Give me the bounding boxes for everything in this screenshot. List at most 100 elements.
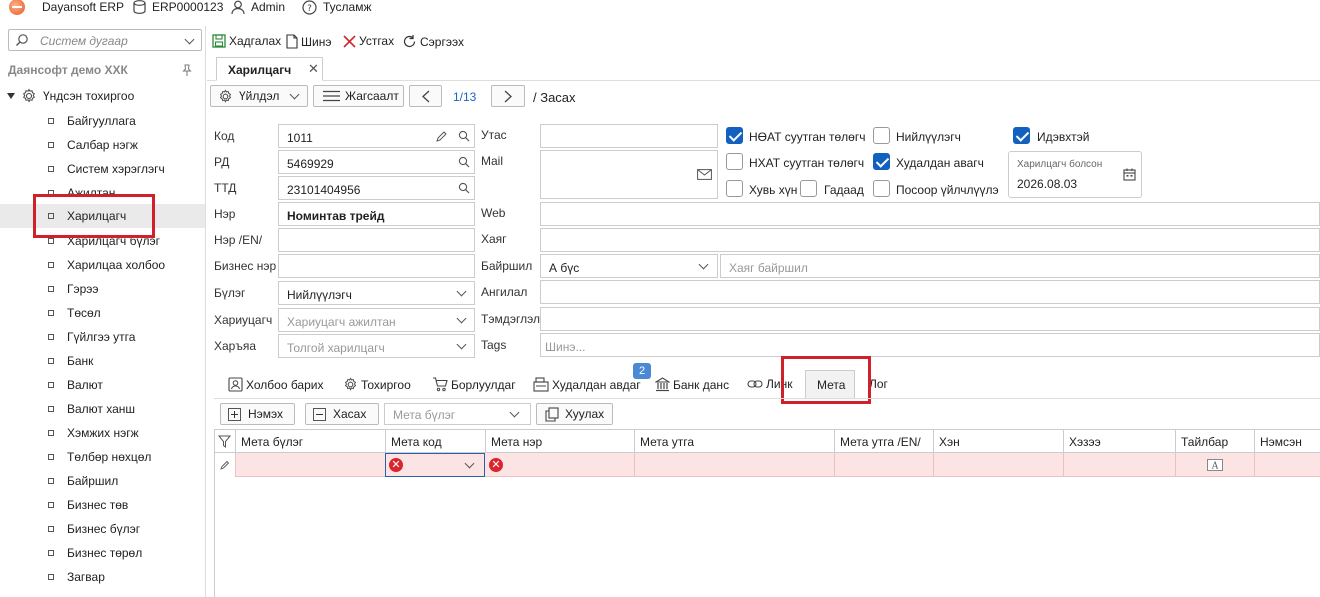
- next-button[interactable]: [491, 85, 525, 107]
- sidebar-item-currency[interactable]: Валют: [0, 373, 205, 397]
- sidebar-item-contact[interactable]: Харилцаа холбоо: [0, 253, 205, 277]
- add-button[interactable]: Нэмэх: [220, 403, 295, 425]
- parent-select[interactable]: Толгой харилцагч: [278, 334, 475, 358]
- tab-buys[interactable]: Худалдан авдаг: [533, 377, 641, 392]
- group-select[interactable]: Нийлүүлэгч: [278, 281, 475, 305]
- business-name-field[interactable]: [278, 254, 475, 278]
- supplier-checkbox[interactable]: [873, 127, 890, 144]
- mail-field[interactable]: [540, 150, 718, 199]
- note-field[interactable]: [540, 307, 1320, 331]
- sidebar-item-organization[interactable]: Байгууллага: [0, 109, 205, 133]
- sidebar-item-business-group[interactable]: Бизнес бүлэг: [0, 517, 205, 541]
- sidebar-item-branch[interactable]: Салбар нэгж: [0, 133, 205, 157]
- buyer-checkbox[interactable]: [873, 153, 890, 170]
- column-header-who[interactable]: Хэн: [934, 429, 1064, 453]
- phone-field[interactable]: [540, 124, 718, 148]
- sidebar-item-transaction-text[interactable]: Гүйлгээ утга: [0, 325, 205, 349]
- copy-button[interactable]: Хуулах: [536, 403, 613, 425]
- table-row[interactable]: ✕ ✕ A: [215, 453, 1320, 477]
- tab-log[interactable]: Лог: [869, 377, 888, 391]
- sidebar-item-bank[interactable]: Банк: [0, 349, 205, 373]
- sidebar-item-location[interactable]: Байршил: [0, 469, 205, 493]
- envelope-icon[interactable]: [697, 169, 712, 180]
- web-field[interactable]: [540, 202, 1320, 226]
- sidebar-item-payment-terms[interactable]: Төлбөр нөхцөл: [0, 445, 205, 469]
- action-dropdown[interactable]: Үйлдэл: [210, 85, 308, 107]
- cell-meta-value[interactable]: [635, 453, 835, 477]
- column-header-meta-value[interactable]: Мета утга: [635, 429, 835, 453]
- system-number-search[interactable]: Систем дугаар: [8, 29, 202, 51]
- pos-service-checkbox[interactable]: [873, 180, 890, 197]
- sidebar-item-business-center[interactable]: Бизнес төв: [0, 493, 205, 517]
- sidebar-item-contract[interactable]: Гэрээ: [0, 277, 205, 301]
- column-header-meta-name[interactable]: Мета нэр: [486, 429, 635, 453]
- column-header-description[interactable]: Тайлбар: [1176, 429, 1255, 453]
- search-icon[interactable]: [458, 130, 470, 142]
- new-button[interactable]: Шинэ: [286, 34, 331, 49]
- ttd-label: ТТД: [214, 181, 237, 195]
- tab-sells[interactable]: Борлуулдаг: [432, 377, 516, 392]
- close-tab-icon[interactable]: ✕: [308, 61, 319, 77]
- column-header-meta-group[interactable]: Мета бүлэг: [236, 429, 386, 453]
- search-icon[interactable]: [458, 182, 470, 194]
- tab-settings[interactable]: Тохиргоо: [343, 377, 411, 392]
- pin-icon[interactable]: [181, 64, 193, 77]
- name-en-field[interactable]: [278, 228, 475, 252]
- vat-payer-checkbox[interactable]: [726, 127, 743, 144]
- refresh-button[interactable]: Сэргээх: [402, 34, 464, 49]
- tab-bank-account[interactable]: Банк данс: [655, 377, 729, 392]
- calendar-icon[interactable]: [1123, 168, 1136, 181]
- person-checkbox[interactable]: [726, 180, 743, 197]
- sidebar-item-project[interactable]: Төсөл: [0, 301, 205, 325]
- prev-button[interactable]: [409, 85, 442, 107]
- db-selector[interactable]: ERP0000123: [133, 0, 223, 14]
- save-button[interactable]: Хадгалах: [212, 34, 281, 48]
- chevron-down-icon[interactable]: [184, 34, 195, 45]
- sidebar-item-template[interactable]: Загвар: [0, 565, 205, 589]
- rd-field[interactable]: 5469929: [278, 150, 475, 174]
- refresh-icon: [403, 35, 416, 48]
- tab-customer[interactable]: Харилцагч ✕: [216, 57, 323, 81]
- sidebar-item-system-user[interactable]: Систем хэрэглэгч: [0, 157, 205, 181]
- customer-since-date[interactable]: Харилцагч болсон 2026.08.03: [1008, 151, 1142, 198]
- cell-meta-group[interactable]: [236, 453, 386, 477]
- collapse-triangle-icon[interactable]: [7, 93, 15, 99]
- location-select[interactable]: А бүс: [540, 254, 718, 278]
- address-field[interactable]: [540, 228, 1320, 252]
- sidebar-item-exchange-rate[interactable]: Валют ханш: [0, 397, 205, 421]
- pit-payer-checkbox[interactable]: [726, 153, 743, 170]
- search-icon[interactable]: [458, 156, 470, 168]
- cell-description[interactable]: A: [1176, 453, 1255, 477]
- text-edit-icon[interactable]: A: [1207, 459, 1223, 471]
- foreign-checkbox[interactable]: [800, 180, 817, 197]
- code-field[interactable]: 1011: [278, 124, 475, 148]
- tree-root-basic-settings[interactable]: Үндсэн тохиргоо: [7, 88, 134, 104]
- chevron-down-icon[interactable]: [464, 458, 475, 469]
- column-header-meta-code[interactable]: Мета код: [386, 429, 486, 453]
- cell-meta-code[interactable]: ✕: [385, 453, 485, 477]
- sidebar-item-business-type[interactable]: Бизнес төрөл: [0, 541, 205, 565]
- column-header-added[interactable]: Нэмсэн: [1255, 429, 1320, 453]
- delete-button[interactable]: Устгах: [343, 34, 394, 48]
- responsible-select[interactable]: Хариуцагч ажилтан: [278, 308, 475, 332]
- remove-button[interactable]: Хасах: [305, 403, 379, 425]
- column-header-meta-value-en[interactable]: Мета утга /EN/: [835, 429, 934, 453]
- column-header-when[interactable]: Хэзээ: [1064, 429, 1176, 453]
- phone-label: Утас: [481, 128, 507, 142]
- sidebar-item-unit[interactable]: Хэмжих нэгж: [0, 421, 205, 445]
- category-field[interactable]: [540, 280, 1320, 304]
- cell-meta-value-en[interactable]: [835, 453, 934, 477]
- name-field[interactable]: Номинтав трейд: [278, 202, 475, 226]
- list-button[interactable]: Жагсаалт: [313, 85, 404, 107]
- pencil-icon[interactable]: [436, 130, 448, 142]
- tags-field[interactable]: Шинэ...: [540, 333, 1320, 357]
- cell-meta-name[interactable]: ✕: [486, 453, 635, 477]
- filter-column[interactable]: [215, 429, 236, 453]
- ttd-field[interactable]: 23101404956: [278, 176, 475, 200]
- meta-group-select[interactable]: Мета бүлэг: [384, 403, 531, 425]
- help-menu[interactable]: ? Тусламж: [302, 0, 371, 15]
- user-menu[interactable]: Admin: [231, 0, 285, 14]
- active-checkbox[interactable]: [1013, 127, 1030, 144]
- tab-contact[interactable]: Холбоо барих: [228, 377, 323, 392]
- location-address-field[interactable]: Хаяг байршил: [720, 254, 1320, 278]
